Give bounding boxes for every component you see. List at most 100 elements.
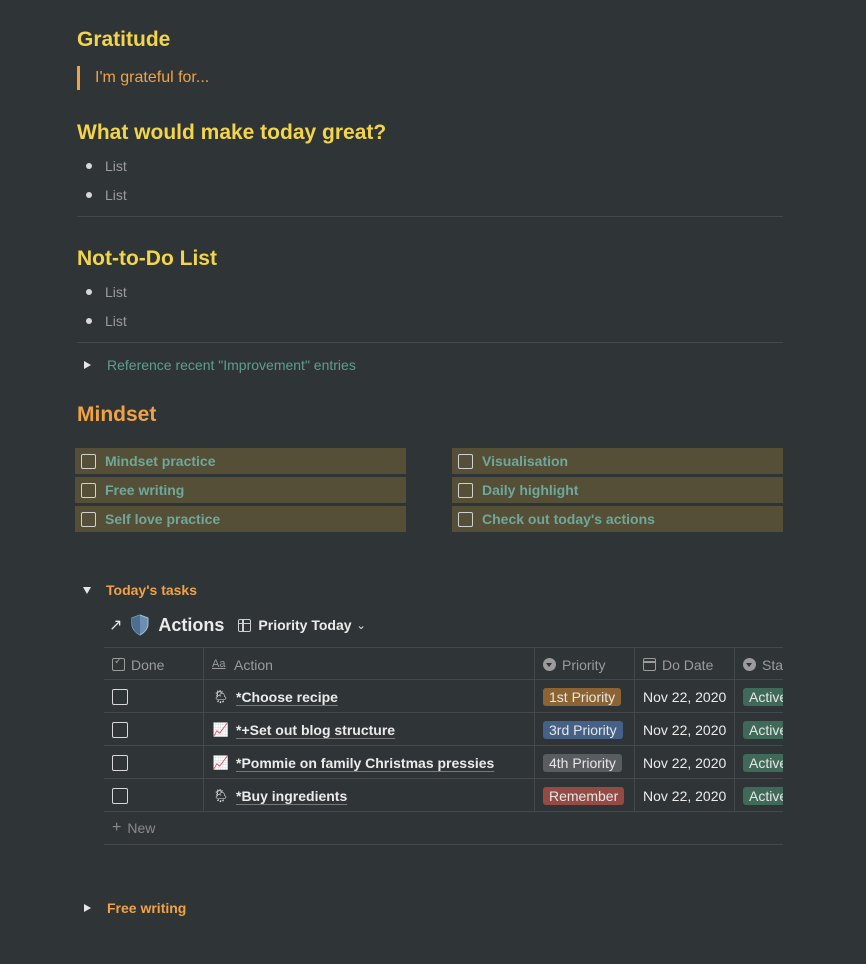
column-header-priority[interactable]: Priority	[535, 648, 635, 681]
column-header-done[interactable]: Done	[104, 648, 204, 681]
list-item-text: List	[105, 313, 127, 329]
do-date: Nov 22, 2020	[643, 754, 727, 771]
priority-tag: 4th Priority	[543, 753, 622, 772]
status-tag: Active	[743, 786, 783, 805]
action-cell[interactable]: 🌦 *Choose recipe	[204, 680, 535, 713]
checkbox[interactable]	[112, 754, 128, 771]
column-header-status[interactable]: Sta	[735, 648, 783, 681]
habit-label: Free writing	[105, 482, 185, 498]
checkbox[interactable]	[112, 721, 128, 738]
priority-tag: Remember	[543, 786, 625, 805]
calendar-icon	[643, 658, 656, 671]
view-label: Priority Today	[258, 617, 352, 633]
priority-cell[interactable]: 4th Priority	[535, 746, 635, 779]
status-tag: Active	[743, 720, 783, 739]
action-title[interactable]: *Pommie on family Christmas pressies	[236, 755, 494, 771]
habit-checkbox-row[interactable]: Mindset practice	[75, 448, 406, 474]
done-cell[interactable]	[104, 713, 204, 746]
checkbox[interactable]	[81, 511, 96, 527]
bullet-icon	[86, 192, 92, 198]
action-title[interactable]: *Buy ingredients	[236, 788, 347, 804]
priority-cell[interactable]: 1st Priority	[535, 680, 635, 713]
shield-icon	[130, 614, 150, 636]
habit-checkbox-row[interactable]: Visualisation	[452, 448, 783, 474]
free-writing-toggle[interactable]: Free writing	[82, 896, 186, 920]
todays-tasks-toggle[interactable]: Today's tasks	[82, 578, 197, 602]
table-view-icon	[238, 618, 252, 632]
table-row[interactable]: 📈 *Pommie on family Christmas pressies 4…	[104, 746, 783, 779]
column-header-action[interactable]: Aa Action	[204, 648, 535, 681]
page-emoji-icon: 🌦	[212, 787, 230, 803]
divider	[77, 216, 783, 217]
priority-tag: 1st Priority	[543, 687, 622, 706]
action-cell[interactable]: 📈 *+Set out blog structure	[204, 713, 535, 746]
checkbox[interactable]	[458, 482, 473, 498]
date-cell[interactable]: Nov 22, 2020	[635, 779, 735, 812]
column-header-label: Done	[131, 656, 165, 673]
status-cell[interactable]: Active	[735, 713, 783, 746]
add-new-row-button[interactable]: + New	[104, 812, 783, 845]
bullet-icon	[86, 289, 92, 295]
date-cell[interactable]: Nov 22, 2020	[635, 713, 735, 746]
toggle-down-icon[interactable]	[83, 586, 91, 594]
do-date: Nov 22, 2020	[643, 688, 727, 705]
status-cell[interactable]: Active	[735, 779, 783, 812]
checkbox[interactable]	[458, 511, 473, 527]
checkbox[interactable]	[81, 453, 96, 469]
toggle-right-icon[interactable]	[84, 904, 91, 912]
habit-checkbox-row[interactable]: Check out today's actions	[452, 506, 783, 532]
priority-cell[interactable]: Remember	[535, 779, 635, 812]
date-cell[interactable]: Nov 22, 2020	[635, 746, 735, 779]
habit-checkbox-row[interactable]: Free writing	[75, 477, 406, 503]
status-tag: Active	[743, 753, 783, 772]
toggle-right-icon[interactable]	[84, 361, 91, 369]
database-title[interactable]: Actions	[158, 615, 224, 636]
habit-checkbox-row[interactable]: Self love practice	[75, 506, 406, 532]
chevron-down-icon: ⌄	[356, 619, 366, 632]
gratitude-quote[interactable]: I'm grateful for...	[77, 66, 209, 90]
text-property-icon: Aa	[212, 658, 226, 670]
habit-checkbox-row[interactable]: Daily highlight	[452, 477, 783, 503]
view-selector-button[interactable]: Priority Today ⌄	[238, 617, 366, 633]
checkbox[interactable]	[458, 453, 473, 469]
action-cell[interactable]: 📈 *Pommie on family Christmas pressies	[204, 746, 535, 779]
habit-label: Visualisation	[482, 453, 569, 469]
not-to-do-heading: Not-to-Do List	[77, 247, 217, 270]
column-header-label: Sta	[762, 656, 783, 673]
status-cell[interactable]: Active	[735, 746, 783, 779]
list-item[interactable]: List	[86, 154, 127, 178]
action-title[interactable]: *Choose recipe	[236, 689, 338, 705]
select-property-icon	[743, 658, 756, 671]
page-emoji-icon: 📈	[212, 754, 230, 770]
done-cell[interactable]	[104, 680, 204, 713]
linked-arrow-icon[interactable]: ↗	[109, 615, 122, 635]
table-row[interactable]: 🌦 *Buy ingredients Remember Nov 22, 2020…	[104, 779, 783, 812]
do-date: Nov 22, 2020	[643, 721, 727, 738]
reference-toggle[interactable]: Reference recent "Improvement" entries	[82, 353, 356, 377]
date-cell[interactable]: Nov 22, 2020	[635, 680, 735, 713]
status-cell[interactable]: Active	[735, 680, 783, 713]
checkbox[interactable]	[81, 482, 96, 498]
table-row[interactable]: 🌦 *Choose recipe 1st Priority Nov 22, 20…	[104, 680, 783, 713]
reference-toggle-label: Reference recent "Improvement" entries	[107, 357, 356, 373]
checkbox[interactable]	[112, 688, 128, 705]
actions-table: Done Aa Action Priority Do Date Sta 🌦 *C…	[104, 647, 783, 846]
do-date: Nov 22, 2020	[643, 787, 727, 804]
column-header-do-date[interactable]: Do Date	[635, 648, 735, 681]
done-cell[interactable]	[104, 779, 204, 812]
action-title[interactable]: *+Set out blog structure	[236, 722, 395, 738]
done-cell[interactable]	[104, 746, 204, 779]
checkbox[interactable]	[112, 787, 128, 804]
list-item[interactable]: List	[86, 280, 127, 304]
database-header: ↗ Actions Priority Today ⌄	[109, 612, 366, 638]
habit-label: Self love practice	[105, 511, 221, 527]
action-cell[interactable]: 🌦 *Buy ingredients	[204, 779, 535, 812]
list-item[interactable]: List	[86, 309, 127, 333]
list-item[interactable]: List	[86, 183, 127, 207]
checkbox-property-icon	[112, 656, 125, 671]
table-row[interactable]: 📈 *+Set out blog structure 3rd Priority …	[104, 713, 783, 746]
great-today-heading: What would make today great?	[77, 121, 387, 144]
column-header-label: Action	[234, 656, 273, 673]
priority-cell[interactable]: 3rd Priority	[535, 713, 635, 746]
list-item-text: List	[105, 187, 127, 203]
